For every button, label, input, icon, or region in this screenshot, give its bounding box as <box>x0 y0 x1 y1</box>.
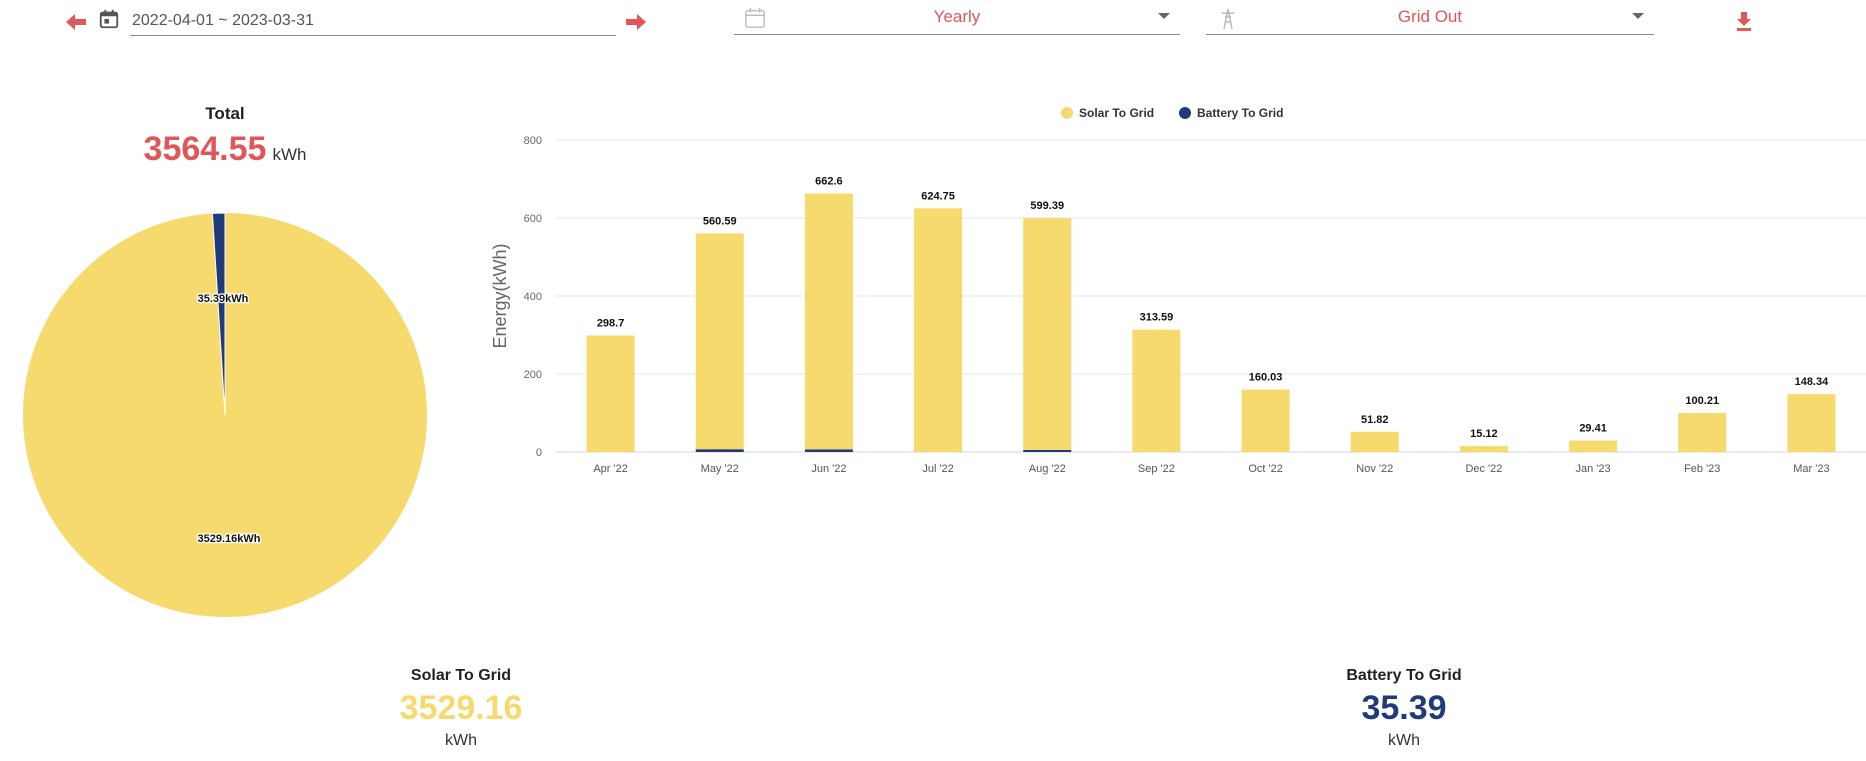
y-tick-label: 800 <box>524 135 542 147</box>
total-unit: kWh <box>272 145 307 164</box>
y-tick-label: 600 <box>524 213 542 225</box>
bar-solar-8[interactable] <box>1459 446 1508 452</box>
summary-solar-value: 3529.16 <box>399 689 523 727</box>
x-tick-label-2: Jun '22 <box>811 463 846 475</box>
x-tick-label-11: Mar '23 <box>1793 463 1829 475</box>
chevron-down-icon <box>1158 13 1170 19</box>
bar-chart: Solar To Grid Battery To Grid 0 200 400 600 80… <box>490 106 1866 475</box>
x-tick-label-4: Aug '22 <box>1029 463 1066 475</box>
bar-total-label-3: 624.75 <box>921 190 955 202</box>
legend-label-1[interactable]: Battery To Grid <box>1197 106 1283 120</box>
x-tick-label-5: Sep '22 <box>1138 463 1175 475</box>
power-tower-icon <box>1222 8 1234 30</box>
bar-total-label-1: 560.59 <box>703 215 737 227</box>
x-tick-label-6: Oct '22 <box>1248 463 1283 475</box>
legend-marker-0[interactable] <box>1061 107 1073 119</box>
x-tick-label-1: May '22 <box>701 463 739 475</box>
total-value-group: 3564.55 kWh <box>0 130 450 169</box>
bar-solar-7[interactable] <box>1350 431 1399 452</box>
date-range-input[interactable]: 2022-04-01 ~ 2023-03-31 <box>130 8 616 36</box>
legend-marker-1[interactable] <box>1179 107 1191 119</box>
bar-total-label-6: 160.03 <box>1249 372 1283 384</box>
bar-battery-2[interactable] <box>804 449 853 452</box>
total-value: 3564.55 <box>143 130 267 168</box>
chevron-down-icon <box>1632 13 1644 19</box>
bar-solar-5[interactable] <box>1132 329 1181 452</box>
bar-total-label-9: 29.41 <box>1579 423 1607 435</box>
x-tick-label-10: Feb '23 <box>1684 463 1720 475</box>
next-arrow-icon[interactable] <box>624 10 648 34</box>
download-icon[interactable] <box>1734 10 1754 32</box>
y-tick-label: 0 <box>536 447 542 459</box>
summary-battery-label: Battery To Grid <box>1346 667 1462 684</box>
x-tick-label-3: Jul '22 <box>922 463 953 475</box>
legend-label-0[interactable]: Solar To Grid <box>1079 106 1154 120</box>
bar-solar-3[interactable] <box>914 208 963 452</box>
bar-total-label-2: 662.6 <box>815 176 843 188</box>
prev-arrow-icon[interactable] <box>64 10 88 34</box>
summary-solar: Solar To Grid 3529.16 kWh <box>331 667 591 750</box>
bar-total-label-0: 298.7 <box>597 318 625 330</box>
x-tick-label-7: Nov '22 <box>1356 463 1393 475</box>
bar-total-label-11: 148.34 <box>1795 376 1830 388</box>
total-label: Total <box>205 104 245 123</box>
y-tick-label: 200 <box>524 369 542 381</box>
summary-battery-unit: kWh <box>1388 732 1420 749</box>
period-select-value: Yearly <box>933 7 981 26</box>
bar-solar-2[interactable] <box>804 193 853 450</box>
bar-total-label-8: 15.12 <box>1470 428 1498 440</box>
pie-label-solar: 3529.16kWh <box>198 533 261 545</box>
bar-solar-1[interactable] <box>695 233 744 450</box>
summary-solar-label: Solar To Grid <box>410 667 512 684</box>
bar-solar-6[interactable] <box>1241 389 1290 452</box>
x-tick-label-8: Dec '22 <box>1465 463 1502 475</box>
bar-total-label-10: 100.21 <box>1685 395 1719 407</box>
summary-battery-value: 35.39 <box>1361 689 1447 727</box>
period-select[interactable]: Yearly <box>734 3 1180 35</box>
bar-total-label-7: 51.82 <box>1361 414 1389 426</box>
bar-solar-10[interactable] <box>1678 412 1727 452</box>
bar-solar-0[interactable] <box>586 335 635 452</box>
bar-solar-4[interactable] <box>1023 218 1072 450</box>
pie-chart: 35.39kWh 3529.16kWh <box>23 212 428 617</box>
calendar-icon[interactable] <box>98 8 120 30</box>
summary-solar-unit: kWh <box>445 732 477 749</box>
x-tick-label-9: Jan '23 <box>1576 463 1611 475</box>
y-axis-label: Energy(kWh) <box>490 243 510 348</box>
bar-total-label-5: 313.59 <box>1140 312 1174 324</box>
y-tick-label: 400 <box>524 291 542 303</box>
pie-label-battery: 35.39kWh <box>198 293 249 305</box>
metric-select-value: Grid Out <box>1397 7 1463 26</box>
metric-select[interactable]: Grid Out <box>1206 3 1654 35</box>
bar-battery-1[interactable] <box>695 449 744 452</box>
bar-solar-9[interactable] <box>1569 440 1618 452</box>
bar-solar-11[interactable] <box>1787 394 1836 452</box>
calendar-365-icon <box>745 7 765 28</box>
toolbar: 2022-04-01 ~ 2023-03-31 Yearly Grid Out <box>0 0 1866 50</box>
summary-battery: Battery To Grid 35.39 kWh <box>1274 667 1534 750</box>
bar-total-label-4: 599.39 <box>1030 200 1064 212</box>
x-tick-label-0: Apr '22 <box>593 463 628 475</box>
bar-battery-4[interactable] <box>1023 449 1072 452</box>
